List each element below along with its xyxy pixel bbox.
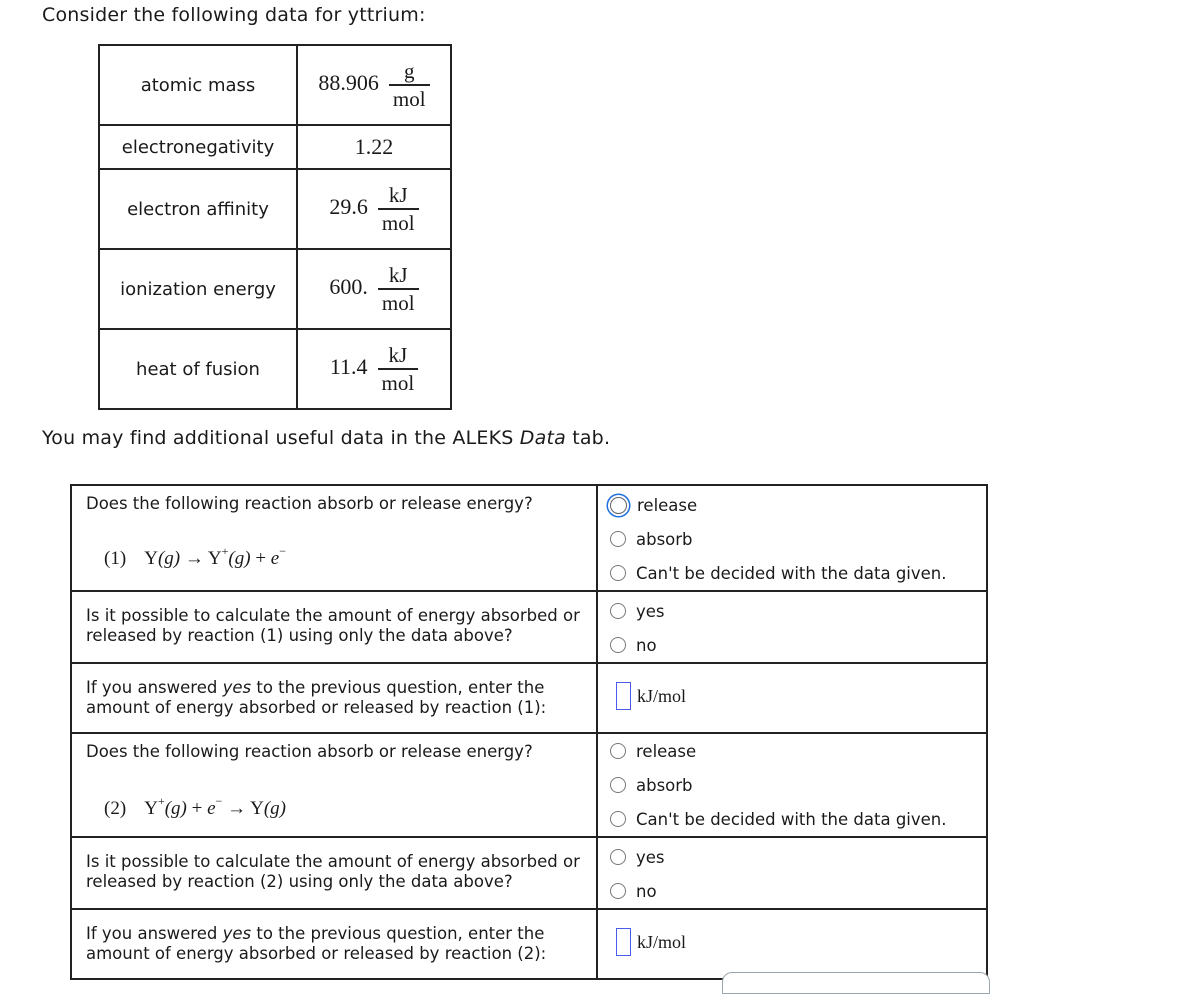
property-value: 1.22: [296, 124, 452, 170]
radio-button[interactable]: [610, 531, 626, 547]
question-row-r1-absorb-release: Does the following reaction absorb or re…: [70, 484, 988, 592]
property-label: ionization energy: [98, 248, 298, 330]
radio-button[interactable]: [610, 743, 626, 759]
unit-label: kJ/mol: [637, 931, 687, 952]
reaction-arrow: →: [227, 798, 247, 819]
table-row-heat-of-fusion: heat of fusion 11.4 kJ mol: [98, 328, 452, 410]
option-absorb[interactable]: absorb: [610, 768, 986, 802]
answer-cell: kJ/mol: [596, 662, 988, 734]
value-number: 11.4: [329, 354, 368, 380]
answer-cell: yes no: [596, 590, 988, 664]
answer-cell: release absorb Can't be decided with the…: [596, 484, 988, 592]
energy-answer-row-1: kJ/mol: [610, 678, 986, 714]
question-cell: Is it possible to calculate the amount o…: [70, 836, 598, 910]
intro-text: Consider the following data for yttrium:: [42, 4, 426, 26]
question-row-r2-absorb-release: Does the following reaction absorb or re…: [70, 732, 988, 838]
unit-numerator: g: [403, 59, 415, 84]
reaction-arrow: →: [184, 548, 204, 569]
table-row-atomic-mass: atomic mass 88.906 g mol: [98, 44, 452, 126]
option-release[interactable]: release: [610, 734, 986, 768]
aleks-data-note: You may find additional useful data in t…: [42, 427, 611, 449]
option-cant-decide[interactable]: Can't be decided with the data given.: [610, 802, 986, 836]
unit-numerator: kJ: [388, 343, 408, 368]
option-absorb[interactable]: absorb: [610, 522, 986, 556]
table-row-electronegativity: electronegativity 1.22: [98, 124, 452, 170]
value-number: 88.906: [318, 70, 379, 96]
question-prompt: Is it possible to calculate the amount o…: [86, 852, 580, 891]
unit-numerator: kJ: [388, 263, 408, 288]
radio-button[interactable]: [610, 603, 626, 619]
radio-button[interactable]: [610, 637, 626, 653]
option-yes[interactable]: yes: [610, 594, 986, 628]
unit-label: kJ/mol: [637, 685, 687, 706]
answer-cell: yes no: [596, 836, 988, 910]
unit-denominator: mol: [381, 210, 415, 235]
fraction-bar: [377, 288, 419, 290]
property-label: atomic mass: [98, 44, 298, 126]
property-value: 11.4 kJ mol: [296, 328, 452, 410]
question-row-r1-amount: If you answered yes to the previous ques…: [70, 662, 988, 734]
fraction-bar: [377, 368, 419, 370]
question-prompt: Does the following reaction absorb or re…: [86, 494, 533, 513]
unit-fraction: g mol: [388, 59, 430, 111]
data-tab-reference: Data: [519, 427, 566, 449]
question-row-r2-possible: Is it possible to calculate the amount o…: [70, 836, 988, 910]
answer-cell: release absorb Can't be decided with the…: [596, 733, 988, 838]
unit-fraction: kJ mol: [377, 183, 419, 235]
energy-input-2[interactable]: [616, 928, 631, 956]
yttrium-data-table: atomic mass 88.906 g mol electronegativity…: [98, 44, 452, 410]
option-yes[interactable]: yes: [610, 840, 986, 874]
fraction-bar: [377, 208, 419, 210]
property-value: 88.906 g mol: [296, 44, 452, 126]
question-cell: Does the following reaction absorb or re…: [70, 484, 598, 592]
radio-button[interactable]: [610, 777, 626, 793]
value-number: 29.6: [329, 194, 368, 220]
reaction-equation-2: (2) Y+(g) + e− → Y(g): [104, 794, 286, 819]
unit-numerator: kJ: [388, 183, 408, 208]
question-cell: If you answered yes to the previous ques…: [70, 662, 598, 733]
question-prompt: If you answered yes to the previous ques…: [86, 924, 547, 963]
energy-input-1[interactable]: [616, 682, 631, 710]
option-cant-decide[interactable]: Can't be decided with the data given.: [610, 556, 986, 590]
question-prompt: If you answered yes to the previous ques…: [86, 678, 547, 717]
reaction-equation-1: (1) Y(g) → Y+(g) + e−: [104, 544, 286, 569]
unit-denominator: mol: [381, 370, 415, 395]
radio-button[interactable]: [610, 565, 626, 581]
option-release[interactable]: release: [610, 488, 986, 522]
question-cell: Does the following reaction absorb or re…: [70, 732, 598, 838]
property-label: electronegativity: [98, 124, 298, 170]
radio-button[interactable]: [610, 496, 627, 514]
questions-table: Does the following reaction absorb or re…: [70, 484, 988, 980]
question-row-r2-amount: If you answered yes to the previous ques…: [70, 908, 988, 980]
property-value: 600. kJ mol: [296, 248, 452, 330]
radio-button[interactable]: [610, 849, 626, 865]
fraction-bar: [388, 84, 430, 86]
property-label: heat of fusion: [98, 328, 298, 410]
unit-denominator: mol: [392, 86, 426, 111]
value-number: 600.: [329, 274, 368, 300]
question-cell: Is it possible to calculate the amount o…: [70, 590, 598, 664]
bottom-panel-tab[interactable]: [722, 972, 990, 994]
question-row-r1-possible: Is it possible to calculate the amount o…: [70, 590, 988, 664]
question-prompt: Does the following reaction absorb or re…: [86, 742, 533, 761]
option-no[interactable]: no: [610, 628, 986, 662]
option-no[interactable]: no: [610, 874, 986, 908]
question-prompt: Is it possible to calculate the amount o…: [86, 606, 580, 645]
table-row-electron-affinity: electron affinity 29.6 kJ mol: [98, 168, 452, 250]
property-label: electron affinity: [98, 168, 298, 250]
answer-cell: kJ/mol: [596, 908, 988, 980]
table-row-ionization-energy: ionization energy 600. kJ mol: [98, 248, 452, 330]
property-value: 29.6 kJ mol: [296, 168, 452, 250]
energy-answer-row-2: kJ/mol: [610, 924, 986, 960]
question-cell: If you answered yes to the previous ques…: [70, 908, 598, 980]
unit-denominator: mol: [381, 290, 415, 315]
unit-fraction: kJ mol: [377, 263, 419, 315]
radio-button[interactable]: [610, 811, 626, 827]
radio-button[interactable]: [610, 883, 626, 899]
unit-fraction: kJ mol: [377, 343, 419, 395]
